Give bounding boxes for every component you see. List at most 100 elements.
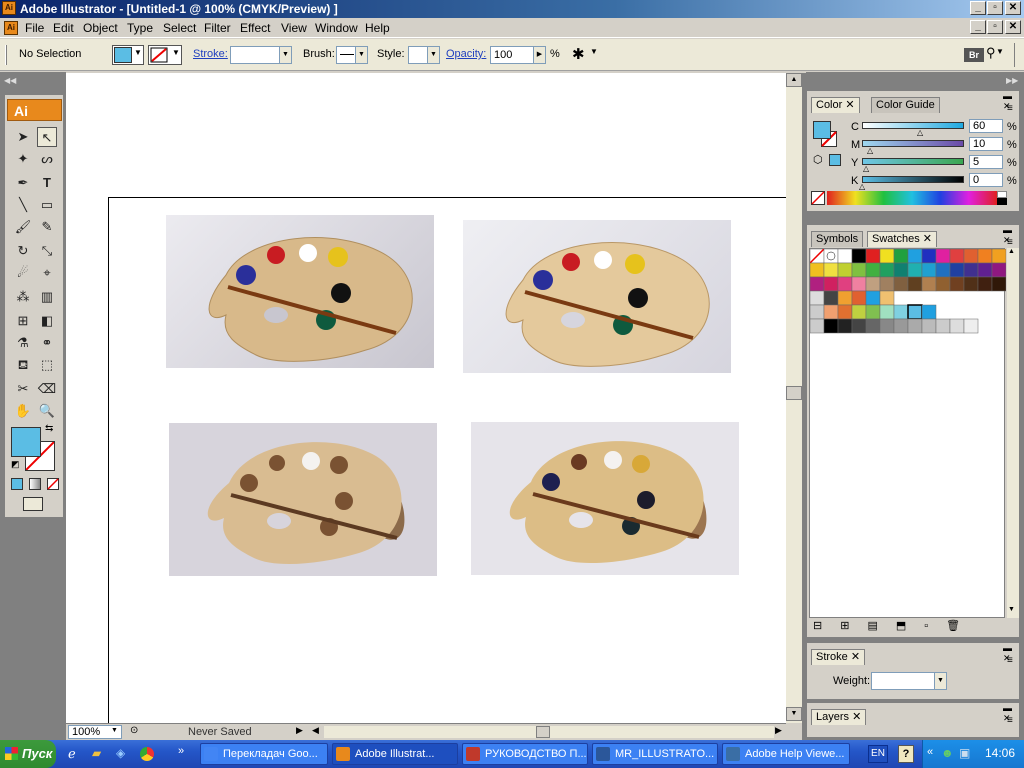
tab-layers[interactable]: Layers ✕ [811,709,867,725]
palette-photo-1[interactable] [166,215,434,368]
task-translator[interactable]: Перекладач Goo... [200,743,328,765]
mesh-icon[interactable]: ⊞ [13,311,33,331]
nearest-color-swatch[interactable] [829,154,841,166]
blend-icon[interactable]: ⚭ [37,333,57,353]
color-mode-icon[interactable] [11,478,23,490]
channel-k-value[interactable]: 0 [969,173,1003,187]
opacity-field[interactable]: 100 ▶ [490,46,546,64]
menu-edit[interactable]: Edit [53,21,74,35]
none-mode-icon[interactable] [47,478,59,490]
white-swatch[interactable] [997,191,1007,198]
gripper[interactable] [5,45,7,65]
out-of-gamut-icon[interactable]: ⬡ [813,153,823,166]
doc-minimize-button[interactable]: _ [970,20,986,34]
slider-handle-icon[interactable]: △ [917,128,923,137]
doc-restore-button[interactable]: ▫ [987,20,1003,34]
ie-icon[interactable]: ℯ [68,746,76,762]
scroll-down-icon[interactable]: ▼ [786,707,802,721]
panel-menu-icon[interactable]: ≡ [1007,237,1013,248]
document-setup-icon[interactable]: ✱ [572,45,585,63]
task-word[interactable]: MR_ILLUSTRATO... [592,743,718,765]
help-icon[interactable]: ? [898,745,914,763]
clock[interactable]: 14:06 [985,746,1015,760]
channel-m-slider[interactable] [862,140,964,147]
close-icon[interactable]: ✕ [852,711,861,723]
close-button[interactable]: ✕ [1005,1,1021,15]
live-paint-selection-icon[interactable]: ⬚ [37,355,57,375]
vertical-scrollbar[interactable]: ▲ ▼ [786,73,802,723]
chevron-down-icon[interactable]: ▼ [590,47,598,56]
color-spectrum[interactable] [827,191,997,205]
free-transform-icon[interactable]: ⌖ [37,263,57,283]
zoom-icon[interactable]: 🔍 [37,401,57,421]
channel-c-slider[interactable] [862,122,964,129]
channel-c-value[interactable]: 60 [969,119,1003,133]
new-swatch-icon[interactable]: ▫ [924,620,946,632]
slice-icon[interactable]: ✂ [13,379,33,399]
document-icon[interactable]: Ai [4,21,18,35]
chrome-icon[interactable] [140,747,154,761]
eraser-icon[interactable]: ⌫ [37,379,57,399]
pen-icon[interactable]: ✒ [13,173,33,193]
menu-file[interactable]: File [25,21,44,35]
channel-m-value[interactable]: 10 [969,137,1003,151]
app-icon[interactable]: Ai [2,1,16,15]
gradient-mode-icon[interactable] [29,478,41,490]
tray-app-icon[interactable]: ☻ [941,746,954,760]
panel-menu-icon[interactable]: ≡ [1007,103,1013,114]
collapse-icon[interactable]: ◀◀ [4,76,64,86]
gradient-icon[interactable]: ◧ [37,311,57,331]
swatches-scrollbar[interactable]: ▲ ▼ [1007,248,1019,618]
scroll-up-icon[interactable]: ▲ [786,73,802,87]
chevron-down-icon[interactable]: ▼ [427,47,439,63]
zoom-field[interactable]: 100% ▼ [68,725,122,739]
chevron-right-icon[interactable]: ▶ [533,47,545,63]
tab-symbols[interactable]: Symbols [811,231,864,247]
restore-button[interactable]: ▫ [987,1,1003,15]
swap-fill-stroke-icon[interactable]: ⇆ [45,423,53,434]
tray-expand-icon[interactable]: « [927,746,933,758]
selection-tool-icon[interactable]: ➤ [13,127,33,147]
show-swatch-kinds-icon[interactable]: ⊞ [840,620,867,632]
menu-object[interactable]: Object [83,21,118,35]
chevron-down-icon[interactable]: ▼ [934,673,946,689]
palette-trace-1[interactable] [169,423,437,576]
style-dropdown[interactable]: ▼ [408,46,440,64]
start-button[interactable]: Пуск [0,740,56,768]
task-help-viewer[interactable]: Adobe Help Viewe... [722,743,850,765]
channel-k-slider[interactable] [862,176,964,183]
rectangle-icon[interactable]: ▭ [37,195,57,215]
slider-handle-icon[interactable]: △ [867,146,873,155]
menu-effect[interactable]: Effect [240,21,270,35]
fill-dropdown[interactable]: ▼ [112,45,144,65]
horizontal-scroll-thumb[interactable] [536,726,550,738]
panel-menu-icon[interactable]: ≡ [1007,715,1013,726]
trash-icon[interactable]: 🗑 [946,620,978,632]
chevron-down-icon[interactable]: ▼ [279,47,291,63]
rotate-icon[interactable]: ↻ [13,241,33,261]
doc-close-button[interactable]: ✕ [1005,20,1021,34]
tab-stroke[interactable]: Stroke ✕ [811,649,866,665]
channel-y-slider[interactable] [862,158,964,165]
app-quicklaunch-icon[interactable]: ◈ [116,746,125,760]
default-fill-stroke-icon[interactable]: ◩ [11,459,20,470]
task-pdf[interactable]: РУКОВОДСТВО П... [462,743,588,765]
swatch-grid[interactable] [809,248,1007,618]
folder-icon[interactable]: ▰ [92,746,101,760]
canvas-area[interactable] [66,73,786,723]
color-fill-box[interactable] [813,121,831,139]
opacity-label[interactable]: Opacity: [446,48,486,60]
more-quicklaunch-icon[interactable]: » [178,745,184,757]
chevron-down-icon[interactable]: ▼ [111,727,118,734]
stroke-weight-field[interactable]: ▼ [230,46,292,64]
slider-handle-icon[interactable]: △ [859,182,865,191]
stroke-color-dropdown[interactable]: ▼ [148,45,182,65]
screen-mode-icon[interactable] [23,497,43,511]
palette-trace-2[interactable] [471,422,739,575]
horizontal-scrollbar[interactable] [324,726,774,738]
channel-y-value[interactable]: 5 [969,155,1003,169]
swatch-cells[interactable] [809,248,1007,339]
menu-view[interactable]: View [281,21,307,35]
tab-swatches[interactable]: Swatches ✕ [867,231,937,247]
scroll-up-icon[interactable]: ▲ [1008,248,1015,255]
